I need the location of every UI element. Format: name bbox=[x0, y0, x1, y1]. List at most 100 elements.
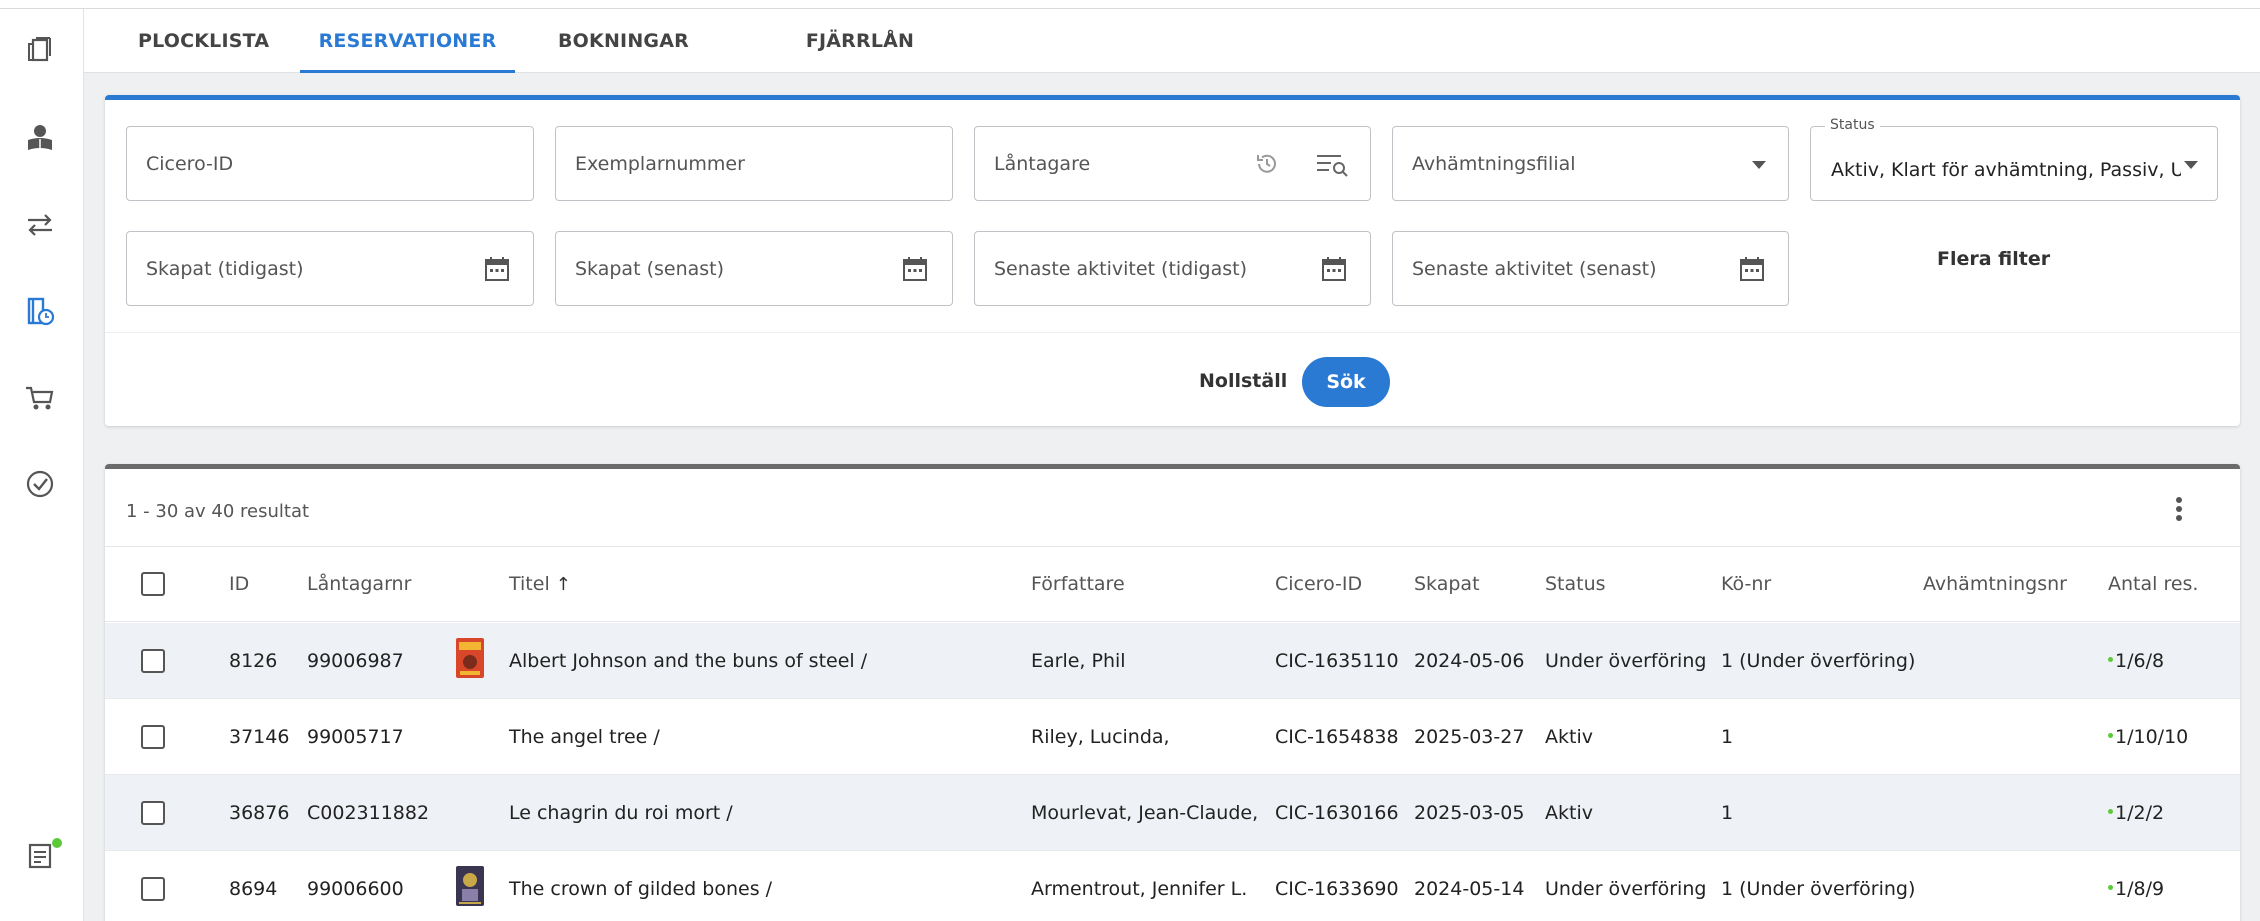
calendar-icon[interactable] bbox=[483, 255, 511, 283]
books-icon[interactable] bbox=[22, 32, 58, 68]
cell-id: 8126 bbox=[229, 650, 278, 672]
cell-count-value: 1/8/9 bbox=[2115, 878, 2165, 900]
cell-queue: 1 (Under överföring) bbox=[1721, 878, 1916, 900]
cell-cicero-id: CIC-1630166 bbox=[1275, 802, 1399, 824]
cart-icon[interactable] bbox=[22, 380, 58, 416]
cell-author: Earle, Phil bbox=[1031, 650, 1126, 672]
created-to-input[interactable]: Skapat (senast) bbox=[555, 231, 953, 306]
cell-count: 1/6/8 bbox=[2108, 623, 2164, 699]
cell-author: Armentrout, Jennifer L. bbox=[1031, 878, 1248, 900]
filter-panel: Cicero-ID Exemplarnummer Låntagare Avhäm… bbox=[105, 95, 2240, 426]
cell-id: 36876 bbox=[229, 802, 290, 824]
exemplar-input[interactable]: Exemplarnummer bbox=[555, 126, 953, 201]
status-dot-icon bbox=[2108, 657, 2113, 662]
table-header: ID Låntagarnr Titel ↑ Författare Cicero-I… bbox=[105, 547, 2240, 622]
cicero-id-placeholder: Cicero-ID bbox=[146, 153, 234, 175]
activity-from-input[interactable]: Senaste aktivitet (tidigast) bbox=[974, 231, 1371, 306]
calendar-icon[interactable] bbox=[1738, 255, 1766, 283]
col-pickup[interactable]: Avhämtningsnr bbox=[1923, 547, 2067, 622]
transfer-arrows-icon[interactable] bbox=[22, 207, 58, 243]
status-value: Aktiv, Klart för avhämtning, Passiv, Und… bbox=[1831, 159, 2181, 181]
cell-title[interactable]: The angel tree / bbox=[509, 699, 660, 775]
cell-borrower: 99005717 bbox=[307, 726, 404, 748]
cell-cicero-id: CIC-1633690 bbox=[1275, 878, 1399, 900]
cicero-id-input[interactable]: Cicero-ID bbox=[126, 126, 534, 201]
cell-count: 1/10/10 bbox=[2108, 699, 2188, 775]
col-created[interactable]: Skapat bbox=[1414, 547, 1480, 622]
sidebar bbox=[0, 9, 84, 921]
activity-from-placeholder: Senaste aktivitet (tidigast) bbox=[994, 258, 1247, 280]
result-count: 1 - 30 av 40 resultat bbox=[126, 501, 310, 522]
reader-icon[interactable] bbox=[22, 120, 58, 156]
cell-author: Riley, Lucinda, bbox=[1031, 726, 1170, 748]
status-dot-icon bbox=[2108, 885, 2113, 890]
reservation-clock-icon[interactable] bbox=[22, 294, 58, 330]
table-row[interactable]: 8694 99006600 The crown of gilded bones … bbox=[105, 851, 2240, 921]
col-queue[interactable]: Kö-nr bbox=[1721, 547, 1771, 622]
more-options-icon[interactable] bbox=[2173, 494, 2185, 526]
status-dot-icon bbox=[2108, 733, 2113, 738]
select-all-checkbox[interactable] bbox=[141, 572, 165, 596]
pickup-branch-select[interactable]: Avhämtningsfilial bbox=[1392, 126, 1789, 201]
calendar-icon[interactable] bbox=[901, 255, 929, 283]
row-checkbox[interactable] bbox=[141, 801, 165, 825]
col-title-label: Titel bbox=[509, 573, 550, 595]
created-from-input[interactable]: Skapat (tidigast) bbox=[126, 231, 534, 306]
notification-dot bbox=[52, 838, 62, 848]
col-cicero-id[interactable]: Cicero-ID bbox=[1275, 547, 1362, 622]
borrower-input[interactable]: Låntagare bbox=[974, 126, 1371, 201]
chevron-down-icon bbox=[2184, 161, 2198, 169]
col-title[interactable]: Titel ↑ bbox=[509, 547, 571, 622]
tab-plocklista[interactable]: PLOCKLISTA bbox=[138, 9, 269, 73]
cell-title[interactable]: Albert Johnson and the buns of steel / bbox=[509, 623, 867, 699]
cell-count-value: 1/10/10 bbox=[2115, 726, 2189, 748]
table-row[interactable]: 37146 99005717 The angel tree / Riley, L… bbox=[105, 699, 2240, 775]
col-status[interactable]: Status bbox=[1545, 547, 1606, 622]
pickup-branch-placeholder: Avhämtningsfilial bbox=[1412, 153, 1576, 175]
activity-to-input[interactable]: Senaste aktivitet (senast) bbox=[1392, 231, 1789, 306]
history-icon[interactable] bbox=[1253, 150, 1281, 178]
check-circle-icon[interactable] bbox=[22, 466, 58, 502]
cell-status: Under överföring bbox=[1545, 650, 1707, 672]
col-id[interactable]: ID bbox=[229, 547, 249, 622]
created-from-placeholder: Skapat (tidigast) bbox=[146, 258, 304, 280]
table-row[interactable]: 8126 99006987 Albert Johnson and the bun… bbox=[105, 623, 2240, 699]
filter-divider bbox=[105, 332, 2240, 333]
row-checkbox[interactable] bbox=[141, 649, 165, 673]
list-search-icon[interactable] bbox=[1315, 150, 1349, 178]
search-button[interactable]: Sök bbox=[1302, 357, 1390, 407]
cell-id: 37146 bbox=[229, 726, 290, 748]
calendar-icon[interactable] bbox=[1320, 255, 1348, 283]
row-checkbox[interactable] bbox=[141, 725, 165, 749]
cell-title[interactable]: Le chagrin du roi mort / bbox=[509, 775, 733, 851]
cell-status: Under överföring bbox=[1545, 878, 1707, 900]
cell-borrower: 99006987 bbox=[307, 650, 404, 672]
cell-created: 2024-05-06 bbox=[1414, 650, 1525, 672]
col-borrower[interactable]: Låntagarnr bbox=[307, 547, 411, 622]
table-row[interactable]: 36876 C002311882 Le chagrin du roi mort … bbox=[105, 775, 2240, 851]
cell-cicero-id: CIC-1654838 bbox=[1275, 726, 1399, 748]
book-cover-thumbnail bbox=[456, 638, 484, 678]
row-checkbox[interactable] bbox=[141, 877, 165, 901]
cell-status: Aktiv bbox=[1545, 802, 1593, 824]
more-filters-button[interactable]: Flera filter bbox=[1937, 248, 2050, 270]
cell-queue: 1 bbox=[1721, 726, 1734, 748]
tab-reservationer[interactable]: RESERVATIONER bbox=[300, 9, 515, 73]
status-dot-icon bbox=[2108, 809, 2113, 814]
created-to-placeholder: Skapat (senast) bbox=[575, 258, 725, 280]
cell-created: 2025-03-05 bbox=[1414, 802, 1525, 824]
status-select[interactable]: Status Aktiv, Klart för avhämtning, Pass… bbox=[1810, 117, 2218, 201]
cell-count-value: 1/6/8 bbox=[2115, 650, 2165, 672]
tab-fjarrlan[interactable]: FJÄRRLÅN bbox=[795, 9, 925, 73]
cell-queue: 1 bbox=[1721, 802, 1734, 824]
exemplar-placeholder: Exemplarnummer bbox=[575, 153, 745, 175]
top-bar bbox=[0, 0, 2260, 9]
cell-title[interactable]: The crown of gilded bones / bbox=[509, 851, 772, 921]
activity-to-placeholder: Senaste aktivitet (senast) bbox=[1412, 258, 1657, 280]
tab-bokningar[interactable]: BOKNINGAR bbox=[558, 9, 689, 73]
chevron-down-icon bbox=[1752, 161, 1766, 169]
col-author[interactable]: Författare bbox=[1031, 547, 1125, 622]
reset-button[interactable]: Nollställ bbox=[1199, 370, 1287, 392]
col-count[interactable]: Antal res. bbox=[2108, 547, 2198, 622]
cell-borrower: 99006600 bbox=[307, 878, 404, 900]
